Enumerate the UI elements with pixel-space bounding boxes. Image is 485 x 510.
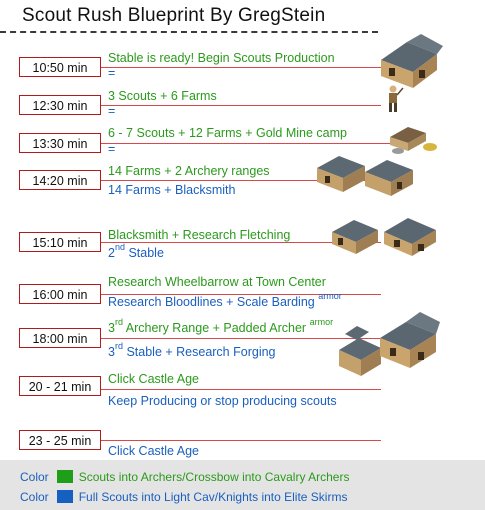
time-box: 18:00 min (19, 328, 101, 348)
timeline-divider (101, 105, 381, 106)
blue-step-text: Keep Producing or stop producing scouts (108, 394, 337, 408)
archery-range-icon (365, 160, 413, 196)
green-step-text: Click Castle Age (108, 372, 200, 386)
blue-step-text: 2nd Stable (108, 242, 164, 260)
legend-label: Color (20, 470, 49, 484)
blue-step-text: = (108, 66, 116, 80)
blue-step-text: Click Castle Age (108, 444, 200, 458)
villager-unit-icon (389, 85, 404, 112)
timeline-divider (101, 389, 381, 390)
green-step-text: 3 Scouts + 6 Farms (108, 89, 217, 103)
legend-text: Full Scouts into Light Cav/Knights into … (78, 490, 348, 504)
green-step-text: 6 - 7 Scouts + 12 Farms + Gold Mine camp (108, 126, 347, 140)
time-box: 15:10 min (19, 232, 101, 252)
green-step-text: 14 Farms + 2 Archery ranges (108, 164, 270, 178)
timeline-divider (101, 67, 381, 68)
timeline-divider (101, 143, 391, 144)
page-title: Scout Rush Blueprint By GregStein (22, 5, 326, 26)
time-box: 23 - 25 min (19, 430, 101, 450)
time-box: 16:00 min (19, 284, 101, 304)
blue-step-text: 14 Farms + Blacksmith (108, 183, 236, 197)
green-step-text: Stable is ready! Begin Scouts Production (108, 51, 335, 65)
stable-building-icon (380, 312, 440, 368)
legend-text: Scouts into Archers/Crossbow into Cavalr… (78, 470, 350, 484)
legend-label: Color (20, 490, 49, 504)
title-divider (0, 31, 378, 33)
blue-swatch (56, 490, 73, 503)
green-step-text: Blacksmith + Research Fletching (108, 228, 291, 242)
time-box: 20 - 21 min (19, 376, 101, 396)
stable-building-icon (384, 218, 436, 256)
color-legend: Color Scouts into Archers/Crossbow into C… (0, 460, 485, 510)
timeline-divider (101, 440, 381, 441)
stable-building-icon (381, 34, 443, 88)
blue-step-text: = (108, 142, 116, 156)
green-step-text: 3rd Archery Range + Padded Archer armor (108, 317, 334, 335)
time-box: 12:30 min (19, 95, 101, 115)
green-step-text: Research Wheelbarrow at Town Center (108, 275, 326, 289)
legend-row: Color Full Scouts into Light Cav/Knights … (20, 490, 347, 504)
mining-camp-icon (390, 127, 437, 154)
blue-step-text: Research Bloodlines + Scale Barding armo… (108, 291, 342, 309)
time-box: 14:20 min (19, 170, 101, 190)
legend-row: Color Scouts into Archers/Crossbow into C… (20, 470, 349, 484)
blue-step-text: 3rd Stable + Research Forging (108, 341, 276, 359)
time-box: 10:50 min (19, 57, 101, 77)
green-swatch (56, 470, 73, 483)
time-box: 13:30 min (19, 133, 101, 153)
blue-step-text: = (108, 104, 116, 118)
blacksmith-building-icon (332, 220, 378, 254)
